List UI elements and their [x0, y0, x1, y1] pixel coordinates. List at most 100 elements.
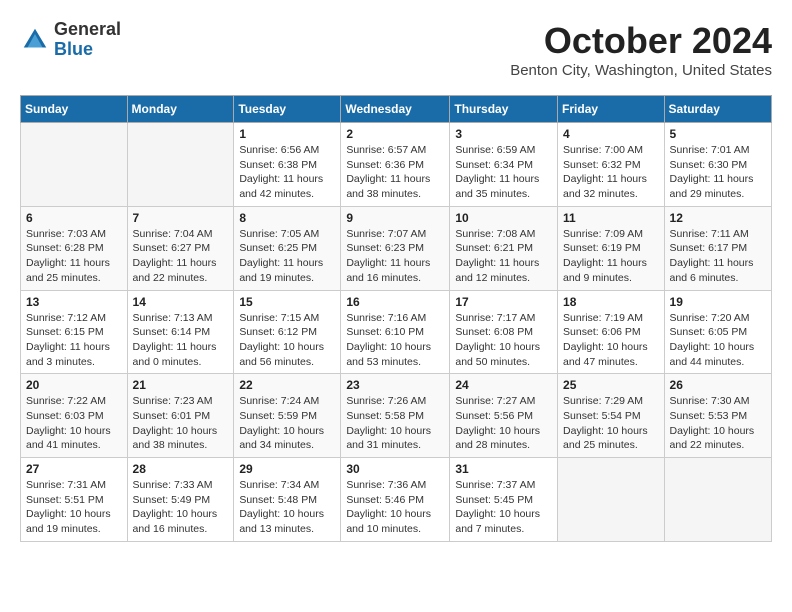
day-info: Sunrise: 7:27 AMSunset: 5:56 PMDaylight:…	[455, 394, 552, 453]
calendar-cell: 6 Sunrise: 7:03 AMSunset: 6:28 PMDaylight…	[21, 206, 128, 290]
calendar-week-0: 1Sunrise: 6:56 AMSunset: 6:38 PMDaylight…	[21, 123, 772, 207]
day-number: 2	[346, 127, 444, 141]
calendar-week-1: 6 Sunrise: 7:03 AMSunset: 6:28 PMDaylight…	[21, 206, 772, 290]
calendar-cell: 12 Sunrise: 7:11 AMSunset: 6:17 PMDayligh…	[664, 206, 771, 290]
logo-general-text: General	[54, 20, 121, 40]
calendar-cell: 7Sunrise: 7:04 AMSunset: 6:27 PMDaylight…	[127, 206, 234, 290]
day-info: Sunrise: 7:22 AMSunset: 6:03 PMDaylight:…	[26, 394, 122, 453]
day-info: Sunrise: 7:34 AMSunset: 5:48 PMDaylight:…	[239, 478, 335, 537]
calendar-cell: 1Sunrise: 6:56 AMSunset: 6:38 PMDaylight…	[234, 123, 341, 207]
day-info: Sunrise: 7:26 AMSunset: 5:58 PMDaylight:…	[346, 394, 444, 453]
calendar-cell: 16 Sunrise: 7:16 AMSunset: 6:10 PMDayligh…	[341, 290, 450, 374]
day-number: 22	[239, 378, 335, 392]
calendar-cell: 30Sunrise: 7:36 AMSunset: 5:46 PMDayligh…	[341, 458, 450, 542]
calendar-cell: 26 Sunrise: 7:30 AMSunset: 5:53 PMDayligh…	[664, 374, 771, 458]
location: Benton City, Washington, United States	[510, 62, 772, 79]
header-friday: Friday	[558, 96, 665, 123]
calendar-cell	[127, 123, 234, 207]
day-number: 24	[455, 378, 552, 392]
day-info: Sunrise: 7:29 AMSunset: 5:54 PMDaylight:…	[563, 394, 659, 453]
header-monday: Monday	[127, 96, 234, 123]
calendar-cell	[558, 458, 665, 542]
day-info: Sunrise: 7:23 AMSunset: 6:01 PMDaylight:…	[133, 394, 229, 453]
day-info: Sunrise: 6:57 AMSunset: 6:36 PMDaylight:…	[346, 143, 444, 202]
day-number: 7	[133, 211, 229, 225]
day-number: 5	[670, 127, 766, 141]
day-number: 11	[563, 211, 659, 225]
day-info: Sunrise: 7:20 AMSunset: 6:05 PMDaylight:…	[670, 311, 766, 370]
calendar-week-3: 20 Sunrise: 7:22 AMSunset: 6:03 PMDayligh…	[21, 374, 772, 458]
calendar-cell: 20 Sunrise: 7:22 AMSunset: 6:03 PMDayligh…	[21, 374, 128, 458]
header-wednesday: Wednesday	[341, 96, 450, 123]
day-number: 3	[455, 127, 552, 141]
day-number: 31	[455, 462, 552, 476]
calendar-cell: 5 Sunrise: 7:01 AMSunset: 6:30 PMDaylight…	[664, 123, 771, 207]
day-info: Sunrise: 7:15 AMSunset: 6:12 PMDaylight:…	[239, 311, 335, 370]
day-info: Sunrise: 6:59 AMSunset: 6:34 PMDaylight:…	[455, 143, 552, 202]
calendar-cell: 27 Sunrise: 7:31 AMSunset: 5:51 PMDayligh…	[21, 458, 128, 542]
calendar-cell: 17 Sunrise: 7:17 AMSunset: 6:08 PMDayligh…	[450, 290, 558, 374]
day-info: Sunrise: 7:09 AMSunset: 6:19 PMDaylight:…	[563, 227, 659, 286]
calendar-cell: 21 Sunrise: 7:23 AMSunset: 6:01 PMDayligh…	[127, 374, 234, 458]
day-number: 25	[563, 378, 659, 392]
day-info: Sunrise: 7:36 AMSunset: 5:46 PMDaylight:…	[346, 478, 444, 537]
calendar-cell: 22Sunrise: 7:24 AMSunset: 5:59 PMDayligh…	[234, 374, 341, 458]
day-info: Sunrise: 7:03 AMSunset: 6:28 PMDaylight:…	[26, 227, 122, 286]
calendar-cell: 14 Sunrise: 7:13 AMSunset: 6:14 PMDayligh…	[127, 290, 234, 374]
day-number: 16	[346, 295, 444, 309]
calendar-cell: 10Sunrise: 7:08 AMSunset: 6:21 PMDayligh…	[450, 206, 558, 290]
day-number: 8	[239, 211, 335, 225]
day-number: 14	[133, 295, 229, 309]
calendar-cell	[664, 458, 771, 542]
day-number: 1	[239, 127, 335, 141]
day-info: Sunrise: 7:00 AMSunset: 6:32 PMDaylight:…	[563, 143, 659, 202]
calendar-cell: 29Sunrise: 7:34 AMSunset: 5:48 PMDayligh…	[234, 458, 341, 542]
logo-icon	[20, 25, 50, 55]
day-number: 4	[563, 127, 659, 141]
day-number: 6	[26, 211, 122, 225]
day-number: 26	[670, 378, 766, 392]
day-info: Sunrise: 7:07 AMSunset: 6:23 PMDaylight:…	[346, 227, 444, 286]
day-number: 15	[239, 295, 335, 309]
day-info: Sunrise: 7:12 AMSunset: 6:15 PMDaylight:…	[26, 311, 122, 370]
day-number: 21	[133, 378, 229, 392]
month-title: October 2024	[510, 20, 772, 62]
calendar-cell: 4 Sunrise: 7:00 AMSunset: 6:32 PMDaylight…	[558, 123, 665, 207]
day-info: Sunrise: 7:31 AMSunset: 5:51 PMDaylight:…	[26, 478, 122, 537]
calendar: SundayMondayTuesdayWednesdayThursdayFrid…	[20, 95, 772, 542]
calendar-cell: 18 Sunrise: 7:19 AMSunset: 6:06 PMDayligh…	[558, 290, 665, 374]
day-number: 20	[26, 378, 122, 392]
day-number: 12	[670, 211, 766, 225]
day-info: Sunrise: 7:30 AMSunset: 5:53 PMDaylight:…	[670, 394, 766, 453]
day-info: Sunrise: 7:01 AMSunset: 6:30 PMDaylight:…	[670, 143, 766, 202]
calendar-cell: 9 Sunrise: 7:07 AMSunset: 6:23 PMDaylight…	[341, 206, 450, 290]
day-info: Sunrise: 7:05 AMSunset: 6:25 PMDaylight:…	[239, 227, 335, 286]
day-number: 10	[455, 211, 552, 225]
logo: General Blue	[20, 20, 121, 60]
header-tuesday: Tuesday	[234, 96, 341, 123]
day-number: 17	[455, 295, 552, 309]
day-number: 23	[346, 378, 444, 392]
day-number: 18	[563, 295, 659, 309]
day-number: 27	[26, 462, 122, 476]
day-info: Sunrise: 7:19 AMSunset: 6:06 PMDaylight:…	[563, 311, 659, 370]
header-sunday: Sunday	[21, 96, 128, 123]
calendar-cell: 24 Sunrise: 7:27 AMSunset: 5:56 PMDayligh…	[450, 374, 558, 458]
calendar-cell: 8 Sunrise: 7:05 AMSunset: 6:25 PMDaylight…	[234, 206, 341, 290]
calendar-week-4: 27 Sunrise: 7:31 AMSunset: 5:51 PMDayligh…	[21, 458, 772, 542]
logo-blue-text: Blue	[54, 40, 121, 60]
day-info: Sunrise: 7:17 AMSunset: 6:08 PMDaylight:…	[455, 311, 552, 370]
day-info: Sunrise: 7:11 AMSunset: 6:17 PMDaylight:…	[670, 227, 766, 286]
calendar-cell: 11 Sunrise: 7:09 AMSunset: 6:19 PMDayligh…	[558, 206, 665, 290]
day-number: 19	[670, 295, 766, 309]
day-info: Sunrise: 7:37 AMSunset: 5:45 PMDaylight:…	[455, 478, 552, 537]
calendar-cell: 28Sunrise: 7:33 AMSunset: 5:49 PMDayligh…	[127, 458, 234, 542]
calendar-cell: 13 Sunrise: 7:12 AMSunset: 6:15 PMDayligh…	[21, 290, 128, 374]
calendar-cell: 25 Sunrise: 7:29 AMSunset: 5:54 PMDayligh…	[558, 374, 665, 458]
title-block: October 2024 Benton City, Washington, Un…	[510, 20, 772, 79]
day-info: Sunrise: 7:13 AMSunset: 6:14 PMDaylight:…	[133, 311, 229, 370]
header-saturday: Saturday	[664, 96, 771, 123]
day-number: 9	[346, 211, 444, 225]
day-number: 13	[26, 295, 122, 309]
day-info: Sunrise: 7:16 AMSunset: 6:10 PMDaylight:…	[346, 311, 444, 370]
